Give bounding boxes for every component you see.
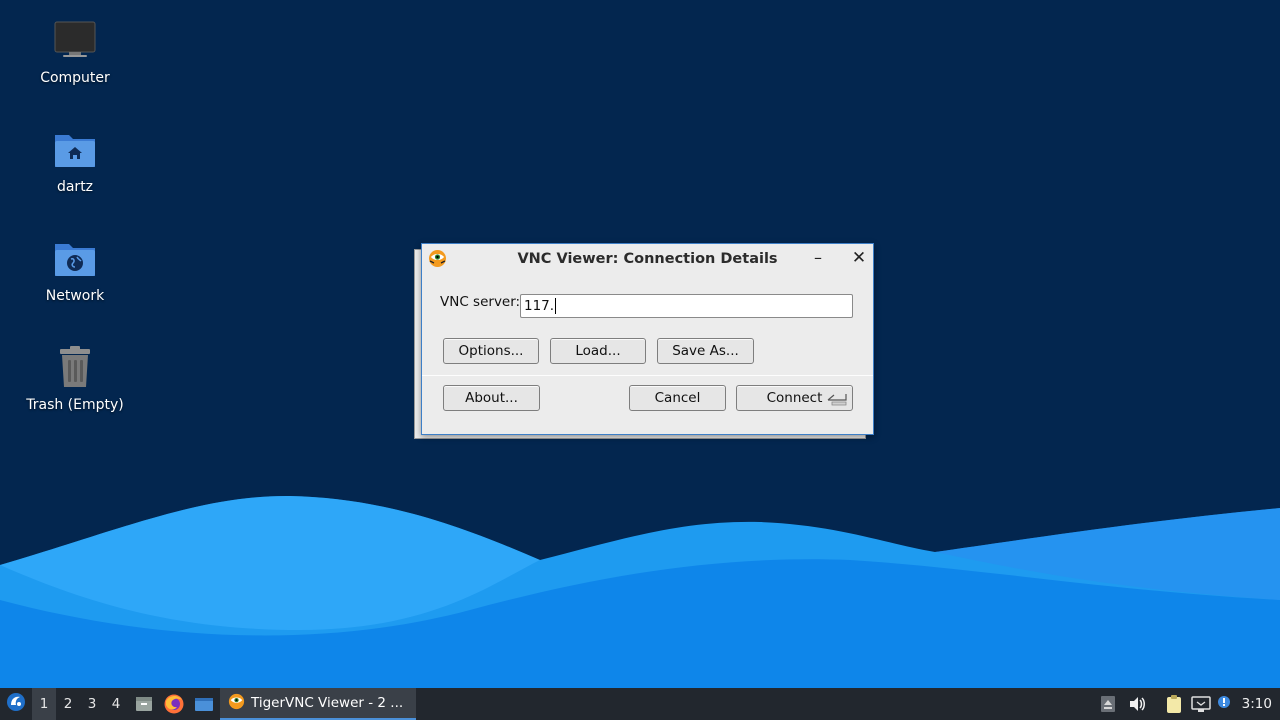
- lubuntu-logo-icon: [6, 692, 26, 716]
- task-label: TigerVNC Viewer - 2 ...: [251, 695, 404, 711]
- divider: [422, 375, 873, 376]
- options-button[interactable]: Options...: [443, 338, 539, 364]
- notification-icon[interactable]: [1214, 688, 1234, 720]
- tigervnc-icon: [428, 249, 447, 268]
- volume-icon[interactable]: [1126, 688, 1148, 720]
- minimize-button[interactable]: –: [807, 247, 829, 269]
- eject-icon[interactable]: [1098, 688, 1118, 720]
- file-manager-icon[interactable]: [132, 688, 156, 720]
- workspace-3[interactable]: 3: [80, 688, 104, 720]
- monitor-icon: [51, 18, 99, 66]
- network-icon[interactable]: [1190, 688, 1212, 720]
- save-as-button[interactable]: Save As...: [657, 338, 754, 364]
- connect-button[interactable]: Connect: [736, 385, 853, 411]
- clipboard-icon[interactable]: [1163, 688, 1185, 720]
- tigervnc-icon: [228, 693, 245, 714]
- workspace-4[interactable]: 4: [104, 688, 128, 720]
- return-key-icon: [826, 390, 848, 414]
- desktop-icon-trash[interactable]: Trash (Empty): [20, 345, 130, 413]
- taskbar: 1 2 3 4 TigerVNC Viewer - 2 ... 3:10: [0, 688, 1280, 720]
- cancel-button[interactable]: Cancel: [629, 385, 726, 411]
- start-menu-button[interactable]: [4, 688, 28, 720]
- taskbar-task-tigervnc[interactable]: TigerVNC Viewer - 2 ...: [220, 688, 416, 720]
- text-caret: [555, 298, 557, 314]
- close-button[interactable]: ✕: [848, 247, 870, 269]
- desktop-icon-label: Trash (Empty): [26, 397, 124, 413]
- desktop-icon-label: dartz: [56, 179, 94, 195]
- window-title: VNC Viewer: Connection Details: [517, 250, 778, 267]
- connect-label: Connect: [766, 390, 823, 406]
- window-titlebar[interactable]: VNC Viewer: Connection Details – ✕: [422, 244, 873, 273]
- vnc-server-label: VNC server:: [440, 294, 521, 310]
- workspace-2[interactable]: 2: [56, 688, 80, 720]
- load-button[interactable]: Load...: [550, 338, 646, 364]
- desktop-icon-label: Computer: [40, 70, 110, 86]
- show-desktop-icon[interactable]: [192, 688, 216, 720]
- trash-icon: [51, 345, 99, 393]
- firefox-icon[interactable]: [162, 688, 186, 720]
- clock[interactable]: 3:10: [1242, 688, 1272, 720]
- about-button[interactable]: About...: [443, 385, 540, 411]
- workspace-1[interactable]: 1: [32, 688, 56, 720]
- desktop-icon-label: Network: [45, 288, 105, 304]
- desktop-icon-home[interactable]: dartz: [20, 127, 130, 195]
- network-folder-icon: [51, 236, 99, 284]
- vnc-server-value: 117.: [524, 298, 555, 314]
- vnc-connection-dialog[interactable]: VNC Viewer: Connection Details – ✕ VNC s…: [421, 243, 874, 435]
- vnc-server-input[interactable]: 117.: [520, 294, 853, 318]
- desktop-icon-network[interactable]: Network: [20, 236, 130, 304]
- home-folder-icon: [51, 127, 99, 175]
- desktop-icon-computer[interactable]: Computer: [20, 18, 130, 86]
